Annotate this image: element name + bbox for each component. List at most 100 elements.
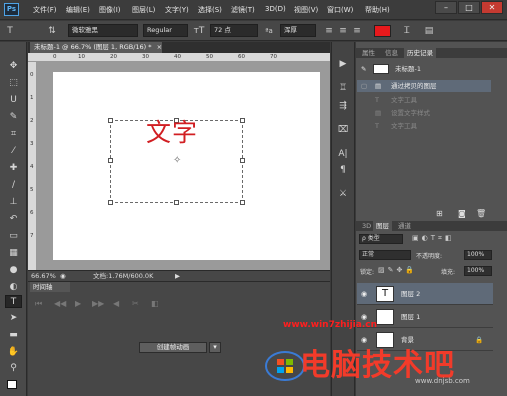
eyedropper-tool-icon[interactable]: ⁄ bbox=[5, 145, 22, 158]
status-menu-icon[interactable]: ◉ bbox=[60, 271, 66, 281]
text-orientation-icon[interactable]: ⇅ bbox=[46, 25, 58, 37]
layer-row[interactable]: ◉ T 图层 2 bbox=[357, 283, 493, 305]
play-action-icon[interactable]: ▶ bbox=[337, 58, 349, 70]
layer-row[interactable]: ◉ 图层 1 bbox=[357, 306, 493, 328]
menu-help[interactable]: 帮助(H) bbox=[365, 5, 390, 15]
lasso-tool-icon[interactable]: ᑌ bbox=[5, 94, 22, 107]
text-color-swatch[interactable] bbox=[374, 25, 391, 37]
prev-frame-icon[interactable]: ◀◀ bbox=[54, 299, 66, 308]
tab-properties[interactable]: 属性 bbox=[359, 48, 378, 58]
blur-tool-icon[interactable]: ● bbox=[5, 264, 22, 277]
menu-window[interactable]: 窗口(W) bbox=[327, 5, 353, 15]
menu-type[interactable]: 文字(Y) bbox=[165, 5, 189, 15]
menu-edit[interactable]: 编辑(E) bbox=[66, 5, 90, 15]
transform-handle[interactable] bbox=[240, 118, 245, 123]
align-left-icon[interactable]: ≡ bbox=[323, 25, 335, 37]
transform-handle[interactable] bbox=[108, 158, 113, 163]
fill-input[interactable]: 100% bbox=[464, 266, 492, 276]
brush-tool-icon[interactable]: ∕ bbox=[5, 179, 22, 192]
tab-3d[interactable]: 3D bbox=[359, 221, 374, 231]
status-arrow-icon[interactable]: ▶ bbox=[175, 271, 180, 281]
transform-handle[interactable] bbox=[240, 200, 245, 205]
type-tool-icon[interactable]: T bbox=[4, 25, 16, 37]
scissors-icon[interactable]: ✂ bbox=[132, 299, 139, 308]
healing-tool-icon[interactable]: ✚ bbox=[5, 162, 22, 175]
font-size-select[interactable]: 72 点 bbox=[210, 24, 258, 37]
zoom-tool-icon[interactable]: ⚲ bbox=[5, 362, 22, 375]
antialias-select[interactable]: 浑厚 bbox=[280, 24, 316, 37]
hand-tool-icon[interactable]: ✋ bbox=[5, 346, 22, 359]
transform-handle[interactable] bbox=[174, 200, 179, 205]
font-family-select[interactable]: 微软雅黑 bbox=[68, 24, 138, 37]
create-frame-animation-button[interactable]: 创建帧动画 bbox=[139, 342, 207, 353]
trash-icon[interactable]: 🗑 bbox=[476, 209, 486, 218]
visibility-eye-icon[interactable]: ◉ bbox=[361, 283, 367, 305]
history-item[interactable]: T 文字工具 bbox=[357, 94, 491, 106]
layer-filter-icons[interactable]: ▣◐T⌗◧ bbox=[412, 234, 455, 243]
transform-handle[interactable] bbox=[108, 118, 113, 123]
tool-presets-icon[interactable]: ⚔ bbox=[337, 188, 349, 200]
snapshot-camera-icon[interactable]: ◙ bbox=[458, 209, 466, 218]
eraser-tool-icon[interactable]: ▭ bbox=[5, 230, 22, 243]
history-item[interactable]: T 文字工具 bbox=[357, 120, 491, 132]
history-item[interactable]: ▢ ▤ 通过拷贝的图层 bbox=[357, 80, 491, 92]
quick-select-tool-icon[interactable]: ✎ bbox=[5, 111, 22, 124]
marquee-tool-icon[interactable]: ⬚ bbox=[5, 77, 22, 90]
zoom-level[interactable]: 66.67% bbox=[31, 271, 56, 281]
blend-mode-select[interactable]: 正常 bbox=[359, 250, 411, 260]
crop-tool-icon[interactable]: ⌗ bbox=[5, 128, 22, 141]
transform-handle[interactable] bbox=[240, 158, 245, 163]
play-icon[interactable]: ▶ bbox=[75, 299, 81, 308]
menu-layer[interactable]: 图层(L) bbox=[132, 5, 155, 15]
timeline-tab[interactable]: 时间轴 bbox=[30, 282, 70, 292]
first-frame-icon[interactable]: ⏮ bbox=[35, 299, 42, 309]
create-animation-dropdown-icon[interactable]: ▾ bbox=[209, 342, 221, 353]
path-select-tool-icon[interactable]: ➤ bbox=[5, 312, 22, 325]
opacity-input[interactable]: 100% bbox=[464, 250, 492, 260]
dodge-tool-icon[interactable]: ◐ bbox=[5, 281, 22, 294]
menu-select[interactable]: 选择(S) bbox=[198, 5, 222, 15]
audio-icon[interactable]: ◀ bbox=[113, 299, 119, 308]
tab-history[interactable]: 历史记录 bbox=[404, 48, 436, 58]
transition-icon[interactable]: ◧ bbox=[151, 299, 159, 308]
clone-source-icon[interactable]: ⌧ bbox=[337, 124, 349, 136]
align-center-icon[interactable]: ≡ bbox=[337, 25, 349, 37]
ruler-horizontal[interactable]: 0 10 20 30 40 50 60 70 bbox=[28, 53, 330, 62]
move-tool-icon[interactable]: ✥ bbox=[5, 60, 22, 73]
gradient-tool-icon[interactable]: ▦ bbox=[5, 247, 22, 260]
clone-stamp-tool-icon[interactable]: ⊥ bbox=[5, 196, 22, 209]
menu-3d[interactable]: 3D(D) bbox=[265, 5, 286, 13]
maximize-button[interactable]: □ bbox=[458, 1, 480, 14]
align-right-icon[interactable]: ≡ bbox=[351, 25, 363, 37]
foreground-color-swatch[interactable] bbox=[7, 380, 17, 389]
brush-presets-icon[interactable]: ⇶ bbox=[337, 100, 349, 112]
paragraph-icon[interactable]: ¶ bbox=[337, 164, 349, 176]
menu-file[interactable]: 文件(F) bbox=[33, 5, 57, 15]
history-brush-tool-icon[interactable]: ↶ bbox=[5, 213, 22, 226]
layer-filter-select[interactable]: ρ 类型 bbox=[359, 234, 403, 244]
canvas-text-layer[interactable]: 文字 bbox=[146, 113, 198, 149]
ruler-vertical[interactable]: 0 1 2 3 4 5 6 7 bbox=[28, 62, 37, 270]
layer-name[interactable]: 图层 2 bbox=[401, 283, 420, 305]
history-snapshot[interactable]: ✎ 未标题-1 bbox=[357, 63, 491, 75]
next-frame-icon[interactable]: ▶▶ bbox=[92, 299, 104, 308]
character-icon[interactable]: A| bbox=[337, 148, 349, 160]
tab-layers[interactable]: 图层 bbox=[373, 221, 392, 231]
type-tool-icon[interactable]: T bbox=[5, 295, 22, 308]
character-panel-icon[interactable]: ▤ bbox=[423, 25, 435, 37]
menu-image[interactable]: 图像(I) bbox=[99, 5, 121, 15]
tab-info[interactable]: 信息 bbox=[382, 48, 401, 58]
document-tab-close-icon[interactable]: × bbox=[157, 43, 162, 51]
minimize-button[interactable]: – bbox=[435, 1, 457, 14]
warp-text-icon[interactable]: Ꮖ bbox=[401, 25, 413, 37]
document-tab[interactable]: 未标题-1 @ 66.7% (图层 1, RGB/16) * × bbox=[30, 42, 162, 53]
new-document-icon[interactable]: ⊞ bbox=[436, 209, 443, 218]
menu-view[interactable]: 视图(V) bbox=[294, 5, 318, 15]
font-style-select[interactable]: Regular bbox=[143, 24, 188, 37]
history-item[interactable]: ▤ 设置文字样式 bbox=[357, 107, 491, 119]
shape-tool-icon[interactable]: ▬ bbox=[5, 329, 22, 342]
transform-center-icon[interactable]: ✧ bbox=[173, 155, 181, 166]
close-button[interactable]: ✕ bbox=[481, 1, 503, 14]
lock-icons[interactable]: ▨✎✥🔒 bbox=[378, 266, 417, 274]
menu-filter[interactable]: 滤镜(T) bbox=[231, 5, 255, 15]
